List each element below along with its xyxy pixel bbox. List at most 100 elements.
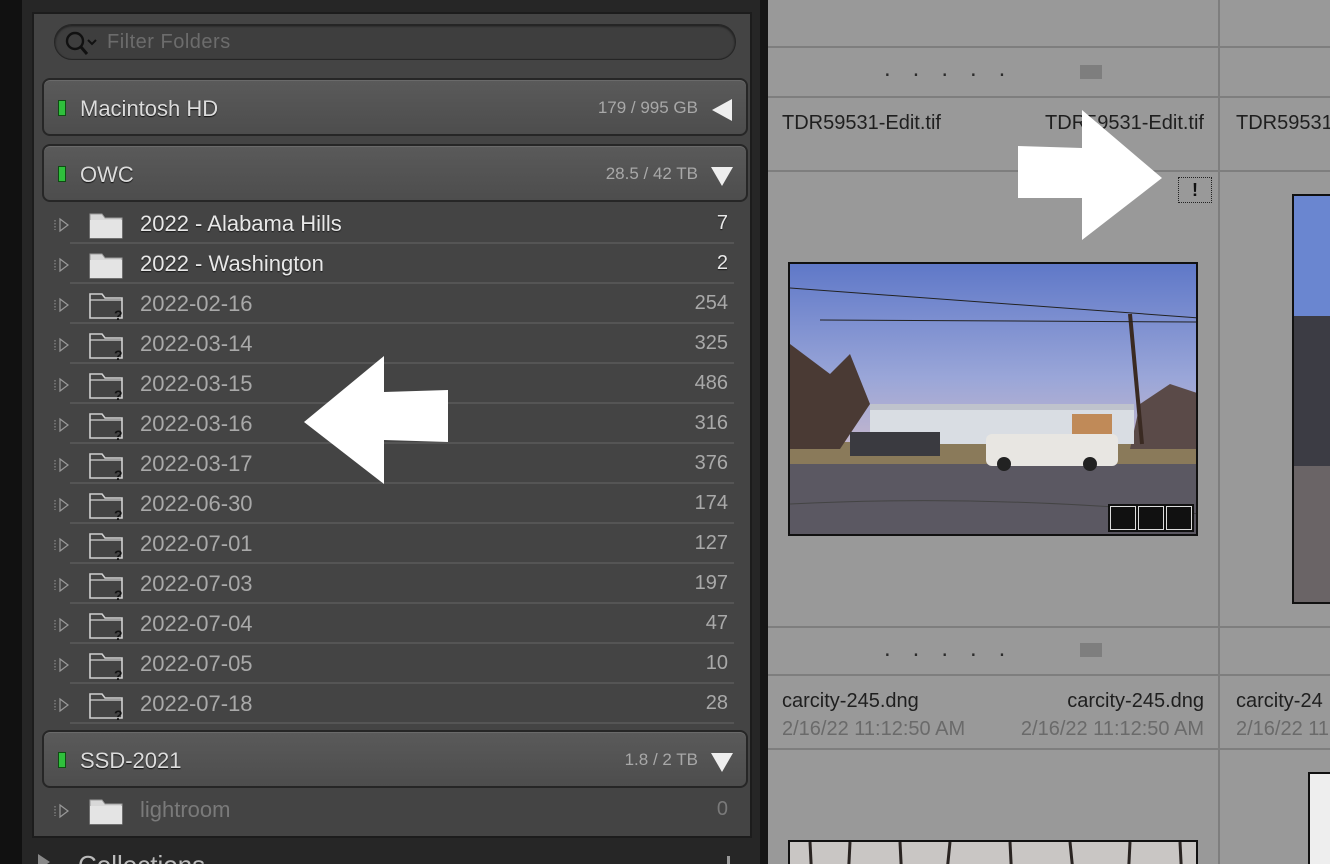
add-collection-icon[interactable] xyxy=(727,856,730,864)
star-rating-dots[interactable]: ..... xyxy=(884,57,1027,81)
virtual-copy-badge-icon[interactable] xyxy=(1110,506,1136,530)
missing-file-warning-icon[interactable]: ! xyxy=(1178,177,1212,203)
missing-folder-icon: ? xyxy=(89,293,123,322)
subfolder-expand-icon[interactable] xyxy=(52,257,70,273)
folder-row[interactable]: ? 2022-07-05 10 xyxy=(34,644,750,684)
photo-thumbnail-next[interactable] xyxy=(1292,194,1330,604)
folder-photo-count: 47 xyxy=(705,612,728,634)
collections-panel-header[interactable]: Collections xyxy=(34,848,754,864)
grid-column-separator xyxy=(1218,0,1220,864)
volume-online-indicator-icon xyxy=(58,100,66,116)
subfolder-expand-icon[interactable] xyxy=(52,617,70,633)
color-label-square[interactable] xyxy=(1080,65,1102,79)
crop-badge-icon[interactable] xyxy=(1138,506,1164,530)
trees-photo xyxy=(790,842,1196,864)
next-capture-date: 2/16/22 11 xyxy=(1236,718,1330,740)
expand-triangle-icon[interactable] xyxy=(710,98,734,122)
folder-icon xyxy=(89,799,123,825)
subfolder-expand-icon[interactable] xyxy=(52,497,70,513)
folder-row[interactable]: ? 2022-07-01 127 xyxy=(34,524,750,564)
color-label-square[interactable] xyxy=(1080,643,1102,657)
svg-text:?: ? xyxy=(114,707,123,722)
subfolder-expand-icon[interactable] xyxy=(52,457,70,473)
trailer-cars-photo xyxy=(790,264,1196,534)
folder-photo-count: 197 xyxy=(694,572,728,594)
folder-photo-count: 2 xyxy=(716,252,728,274)
svg-text:?: ? xyxy=(114,507,123,522)
collapse-triangle-icon[interactable] xyxy=(710,750,734,774)
folder-name: 2022 - Washington xyxy=(140,251,324,276)
expand-triangle-icon[interactable] xyxy=(38,854,50,864)
folder-row[interactable]: ? 2022-02-16 254 xyxy=(34,284,750,324)
capture-date: 2/16/22 11:12:50 AM xyxy=(782,718,966,740)
folder-search-box[interactable] xyxy=(54,24,736,60)
folder-row[interactable]: ? 2022-07-03 197 xyxy=(34,564,750,604)
folder-name: 2022-07-05 xyxy=(140,651,253,676)
collections-label: Collections xyxy=(78,850,205,864)
panel-divider[interactable] xyxy=(760,0,768,864)
volume-name: OWC xyxy=(80,162,134,187)
annotation-arrow-diagonal-icon xyxy=(1018,110,1162,240)
folder-photo-count: 10 xyxy=(705,652,728,674)
photo-thumbnail[interactable] xyxy=(788,840,1198,864)
volume-macintosh-hd[interactable]: Macintosh HD 179 / 995 GB xyxy=(42,78,748,136)
subfolder-expand-icon[interactable] xyxy=(52,657,70,673)
svg-text:?: ? xyxy=(114,587,123,602)
subfolder-expand-icon[interactable] xyxy=(52,217,70,233)
folder-photo-count: 254 xyxy=(694,292,728,314)
photo-thumbnail-next[interactable] xyxy=(1308,772,1330,864)
volume-ssd-2021[interactable]: SSD-2021 1.8 / 2 TB xyxy=(42,730,748,788)
folder-name: lightroom xyxy=(140,797,231,822)
folder-name: 2022-06-30 xyxy=(140,491,253,516)
subfolder-expand-icon[interactable] xyxy=(52,697,70,713)
next-photo xyxy=(1294,196,1330,602)
folder-photo-count: 0 xyxy=(716,798,728,820)
subfolder-expand-icon[interactable] xyxy=(52,377,70,393)
volume-name: Macintosh HD xyxy=(80,96,219,121)
grid-separator xyxy=(768,674,1330,676)
svg-text:?: ? xyxy=(114,307,123,322)
subfolder-expand-icon[interactable] xyxy=(52,803,70,819)
folder-name: 2022-07-01 xyxy=(140,531,253,556)
folder-name: 2022-07-18 xyxy=(140,691,253,716)
collapse-triangle-icon[interactable] xyxy=(710,164,734,188)
subfolder-expand-icon[interactable] xyxy=(52,577,70,593)
folder-name: 2022-07-04 xyxy=(140,611,253,636)
folder-row[interactable]: ? 2022-07-18 28 xyxy=(34,684,750,724)
svg-text:?: ? xyxy=(114,427,123,442)
missing-folder-icon: ? xyxy=(89,333,123,362)
missing-folder-icon: ? xyxy=(89,493,123,522)
missing-folder-icon: ? xyxy=(89,373,123,402)
folder-icon xyxy=(89,213,123,239)
folder-photo-count: 28 xyxy=(705,692,728,714)
folder-search-input[interactable] xyxy=(107,27,707,57)
subfolder-expand-icon[interactable] xyxy=(52,417,70,433)
folder-row[interactable]: lightroom 0 xyxy=(34,790,750,830)
folder-row[interactable]: ? 2022-06-30 174 xyxy=(34,484,750,524)
folder-photo-count: 376 xyxy=(694,452,728,474)
subfolder-expand-icon[interactable] xyxy=(52,337,70,353)
search-icon[interactable] xyxy=(63,29,101,57)
photo-thumbnail[interactable] xyxy=(788,262,1198,536)
subfolder-expand-icon[interactable] xyxy=(52,537,70,553)
folder-name: 2022-03-14 xyxy=(140,331,253,356)
develop-adjustments-badge-icon[interactable] xyxy=(1166,506,1192,530)
folder-row[interactable]: ? 2022-07-04 47 xyxy=(34,604,750,644)
folder-row[interactable]: 2022 - Alabama Hills 7 xyxy=(34,204,750,244)
folder-photo-count: 174 xyxy=(694,492,728,514)
svg-text:?: ? xyxy=(114,467,123,482)
volume-size: 179 / 995 GB xyxy=(597,98,698,117)
volume-name: SSD-2021 xyxy=(80,748,182,773)
next-thumbnail-filename: TDR59531 xyxy=(1236,112,1330,134)
star-rating-dots[interactable]: ..... xyxy=(884,637,1027,661)
volume-owc[interactable]: OWC 28.5 / 42 TB xyxy=(42,144,748,202)
grid-separator xyxy=(768,626,1330,628)
thumbnail-filename: TDR59531-Edit.tif xyxy=(782,112,941,134)
folder-row[interactable]: 2022 - Washington 2 xyxy=(34,244,750,284)
annotation-arrow-left-icon xyxy=(304,356,448,484)
thumbnail-filename-right: carcity-245.dng xyxy=(1067,690,1204,712)
subfolder-expand-icon[interactable] xyxy=(52,297,70,313)
folder-name: 2022-03-16 xyxy=(140,411,253,436)
missing-folder-icon: ? xyxy=(89,533,123,562)
thumbnail-filename: carcity-245.dng xyxy=(782,690,919,712)
